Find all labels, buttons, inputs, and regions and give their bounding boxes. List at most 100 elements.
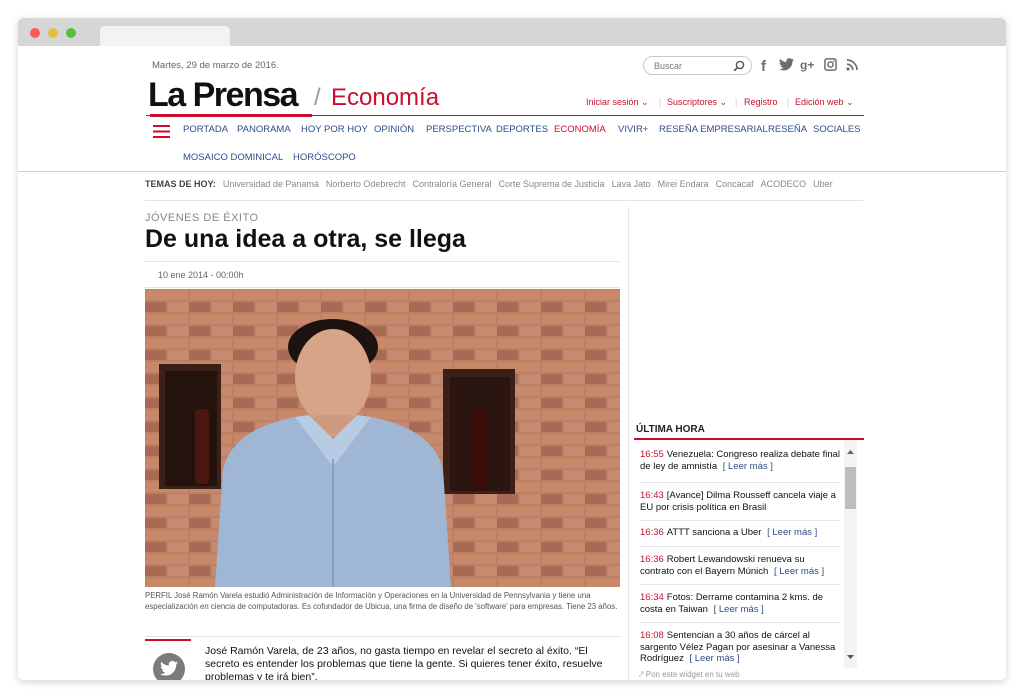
scroll-up-icon[interactable] bbox=[844, 447, 857, 457]
site-logo[interactable]: La Prensa bbox=[148, 76, 299, 115]
nav-perspectiva[interactable]: PERSPECTIVA bbox=[426, 124, 492, 135]
chevron-down-icon: ⌄ bbox=[846, 97, 854, 107]
trending-topic[interactable]: Uber bbox=[813, 179, 833, 189]
scroll-down-icon[interactable] bbox=[844, 652, 857, 662]
trending-topic[interactable]: Contraloría General bbox=[412, 179, 491, 189]
nav-mosaico-dominical[interactable]: MOSAICO DOMINICAL bbox=[183, 152, 283, 163]
nav-horoscopo[interactable]: HORÓSCOPO bbox=[293, 152, 356, 163]
trending-topic[interactable]: ACODECO bbox=[761, 179, 807, 189]
article-kicker: JÓVENES DE ÉXITO bbox=[145, 212, 259, 224]
divider bbox=[145, 287, 620, 288]
list-item[interactable]: 16:34 Fotos: Derrame contamina 2 kms. de … bbox=[640, 592, 840, 615]
breaking-news-title: ÚLTIMA HORA bbox=[636, 424, 705, 435]
twitter-share-button[interactable] bbox=[153, 653, 185, 680]
divider bbox=[145, 261, 620, 262]
trending-topic[interactable]: Lava Jato bbox=[612, 179, 651, 189]
breaking-news-list: 16:55 Venezuela: Congreso realiza debate … bbox=[634, 440, 864, 668]
trending-topic[interactable]: Norberto Odebrecht bbox=[326, 179, 406, 189]
divider: | bbox=[787, 97, 790, 107]
divider: | bbox=[659, 97, 662, 107]
trending-label: TEMAS DE HOY: bbox=[145, 179, 216, 189]
nav-resena[interactable]: RESEÑA bbox=[768, 124, 807, 135]
twitter-icon[interactable] bbox=[779, 58, 794, 71]
nav-deportes[interactable]: DEPORTES bbox=[496, 124, 548, 135]
news-time: 16:55 bbox=[640, 449, 664, 460]
main-content: TEMAS DE HOY: Universidad de Panamá Norber… bbox=[132, 173, 878, 680]
site-header: Martes, 29 de marzo de 2016. Buscar f g+ bbox=[18, 46, 1006, 172]
news-time: 16:43 bbox=[640, 490, 664, 501]
nav-vivir[interactable]: VIVIR+ bbox=[618, 124, 648, 135]
divider bbox=[145, 636, 620, 637]
section-title: Economía bbox=[331, 84, 440, 111]
minimize-window-button[interactable] bbox=[48, 28, 58, 38]
nav-economia[interactable]: ECONOMÍA bbox=[554, 124, 606, 135]
news-time: 16:36 bbox=[640, 554, 664, 565]
divider bbox=[640, 546, 840, 547]
share-accent-bar bbox=[145, 639, 191, 641]
widget-note[interactable]: ⤤ Pon este widget en tu web bbox=[639, 670, 740, 680]
divider: | bbox=[735, 97, 738, 107]
browser-titlebar bbox=[18, 18, 1006, 46]
trending-topic[interactable]: Concacaf bbox=[716, 179, 754, 189]
widget-note-text: Pon este widget en tu web bbox=[645, 670, 740, 679]
link-icon: ⤤ bbox=[639, 670, 644, 679]
nav-portada[interactable]: PORTADA bbox=[183, 124, 228, 135]
nav-hoy-por-hoy[interactable]: HOY POR HOY bbox=[301, 124, 368, 135]
divider bbox=[145, 200, 863, 201]
search-icon[interactable] bbox=[733, 60, 745, 72]
news-text: [Avance] Dilma Rousseff cancela viaje a … bbox=[640, 490, 836, 513]
column-divider bbox=[628, 207, 629, 680]
web-page: Martes, 29 de marzo de 2016. Buscar f g+ bbox=[18, 46, 1006, 680]
trending-topic[interactable]: Corte Suprema de Justicia bbox=[499, 179, 605, 189]
maximize-window-button[interactable] bbox=[66, 28, 76, 38]
list-item[interactable]: 16:36 Robert Lewandowski renueva su contr… bbox=[640, 554, 840, 577]
subscribers-link[interactable]: Suscriptores ⌄ bbox=[667, 97, 727, 108]
list-item[interactable]: 16:36 ATTT sanciona a Uber [ Leer más ] bbox=[640, 527, 840, 539]
header-divider bbox=[146, 115, 864, 116]
article-photo[interactable] bbox=[145, 289, 620, 587]
list-item[interactable]: 16:43 [Avance] Dilma Rousseff cancela via… bbox=[640, 490, 840, 513]
browser-window: Martes, 29 de marzo de 2016. Buscar f g+ bbox=[18, 18, 1006, 680]
nav-opinion[interactable]: OPINIÓN bbox=[374, 124, 414, 135]
article-lead: José Ramón Varela, de 23 años, no gasta … bbox=[205, 645, 603, 680]
photo-caption: PERFIL José Ramón Varela estudió Adminis… bbox=[145, 591, 618, 611]
google-plus-icon[interactable]: g+ bbox=[800, 58, 814, 72]
read-more-link[interactable]: [ Leer más ] bbox=[767, 527, 817, 538]
article-headline: De una idea a otra, se llega bbox=[145, 225, 466, 253]
read-more-link[interactable]: [ Leer más ] bbox=[714, 604, 764, 615]
facebook-icon[interactable]: f bbox=[761, 58, 766, 75]
read-more-link[interactable]: [ Leer más ] bbox=[689, 653, 739, 664]
read-more-link[interactable]: [ Leer más ] bbox=[723, 461, 773, 472]
news-time: 16:08 bbox=[640, 630, 664, 641]
web-edition-link[interactable]: Edición web ⌄ bbox=[795, 97, 854, 108]
instagram-icon[interactable] bbox=[824, 58, 837, 71]
twitter-icon bbox=[160, 660, 178, 676]
search-input[interactable]: Buscar bbox=[654, 61, 682, 71]
read-more-link[interactable]: [ Leer más ] bbox=[774, 566, 824, 577]
list-item[interactable]: 16:55 Venezuela: Congreso realiza debate … bbox=[640, 449, 840, 472]
chevron-down-icon: ⌄ bbox=[719, 97, 728, 107]
nav-resena-empresarial[interactable]: RESEÑA EMPRESARIAL bbox=[659, 124, 768, 135]
list-item[interactable]: 16:08 Sentencian a 30 años de cárcel al s… bbox=[640, 630, 840, 665]
nav-sociales[interactable]: SOCIALES bbox=[813, 124, 861, 135]
scrollbar-thumb[interactable] bbox=[845, 467, 856, 509]
close-window-button[interactable] bbox=[30, 28, 40, 38]
login-link[interactable]: Iniciar sesión ⌄ bbox=[586, 97, 649, 108]
trending-topic[interactable]: Mirei Endara bbox=[658, 179, 709, 189]
section-slash: / bbox=[314, 84, 321, 111]
news-time: 16:36 bbox=[640, 527, 664, 538]
nav-panorama[interactable]: PANORAMA bbox=[237, 124, 291, 135]
browser-tab[interactable] bbox=[100, 26, 230, 46]
news-time: 16:34 bbox=[640, 592, 664, 603]
search-box[interactable]: Buscar bbox=[643, 56, 752, 75]
news-text: ATTT sanciona a Uber bbox=[666, 527, 762, 538]
divider bbox=[640, 584, 840, 585]
divider bbox=[640, 622, 840, 623]
divider bbox=[640, 520, 840, 521]
chevron-down-icon: ⌄ bbox=[641, 97, 649, 107]
hamburger-menu-icon[interactable] bbox=[153, 125, 170, 138]
register-link[interactable]: Registro bbox=[744, 97, 778, 107]
article-date: 10 ene 2014 - 00:00h bbox=[158, 270, 244, 280]
rss-icon[interactable] bbox=[846, 59, 858, 71]
trending-topic[interactable]: Universidad de Panamá bbox=[223, 179, 319, 189]
